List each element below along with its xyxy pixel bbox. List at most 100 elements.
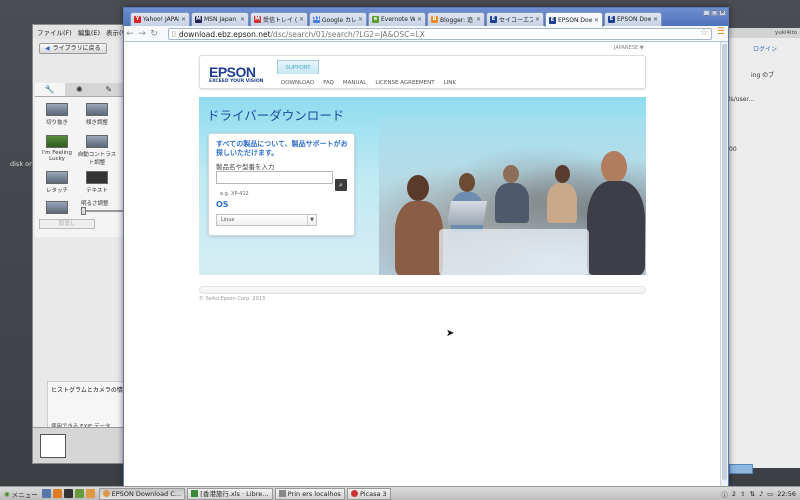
search-button[interactable]: ⌕ (335, 179, 347, 191)
tab-gmail[interactable]: M受信トレイ (2)✕ (250, 12, 308, 26)
task-printers[interactable]: Prin ers localhos (274, 487, 345, 500)
gmail-favicon-icon: M (254, 16, 261, 23)
close-icon[interactable]: ✕ (181, 16, 186, 23)
nav-download[interactable]: DOWNLOAD (281, 80, 314, 86)
mint-logo-icon: ◉ (4, 489, 10, 498)
bg-blue-button[interactable] (729, 464, 753, 474)
os-select[interactable]: Linux ▼ (216, 214, 317, 226)
bg-login-link[interactable]: ログイン (753, 44, 777, 53)
tab-yahoo[interactable]: Y Yahoo! JAPAN ✕ (130, 12, 190, 26)
tab-seiko-epson[interactable]: E セイコーエプ ✕ (486, 12, 544, 26)
os-label: OS (216, 200, 229, 209)
tab-evernote[interactable]: e Evernote W ✕ (368, 12, 426, 26)
photo-table (439, 229, 589, 275)
nav-license-agreement[interactable]: LICENSE AGREEMENT (375, 80, 434, 86)
evernote-favicon-icon: e (372, 16, 379, 23)
tab-epson-download-2[interactable]: E EPSON Dow ✕ (604, 12, 662, 26)
task-epson-download[interactable]: EPSON Download C… (98, 487, 186, 500)
brush-icon[interactable]: ✎ (94, 83, 124, 96)
hero-people-photo (379, 117, 646, 275)
close-icon[interactable]: ✕ (653, 16, 658, 23)
language-selector[interactable]: JAPANESE ▼ (614, 45, 644, 51)
feeling-lucky-effect[interactable]: I'm Feeling Lucky (37, 135, 77, 162)
product-search-input[interactable] (216, 171, 333, 184)
brightness-slider-knob[interactable] (81, 207, 86, 215)
close-icon[interactable]: ✕ (535, 16, 540, 23)
start-menu-button[interactable]: ◉ メニュー (0, 489, 42, 499)
close-icon[interactable]: ✕ (417, 16, 422, 23)
menu-edit[interactable]: 編集(E) (78, 27, 100, 37)
retouch-effect[interactable]: レタッチ (37, 171, 77, 194)
close-icon[interactable]: ✕ (594, 17, 599, 24)
lucky-thumb (46, 135, 68, 148)
bookmark-star-icon[interactable]: ☆ (700, 28, 708, 38)
info-icon[interactable]: ⓘ (721, 489, 728, 499)
forward-icon[interactable]: → (136, 29, 148, 39)
bg-text-1: ing のブ (751, 72, 775, 79)
desktop-icon-label[interactable]: disk on (10, 160, 33, 168)
vertical-scrollbar[interactable] (720, 42, 728, 486)
menu-file[interactable]: ファイル(F) (37, 27, 72, 37)
clock[interactable]: 22:56 (777, 490, 796, 498)
photo-person-4 (555, 165, 570, 183)
network-icon[interactable]: ⇅ (750, 490, 755, 498)
chrome-icon[interactable] (85, 489, 95, 498)
tab-msn[interactable]: M MSN Japan ✕ (191, 12, 249, 26)
epson-logo[interactable]: EPSON (209, 64, 256, 80)
close-icon[interactable]: ✕ (476, 16, 481, 23)
settings-menu-icon[interactable]: ☰ (717, 27, 725, 37)
crop-effect[interactable]: 切り抜き (37, 103, 77, 126)
notification-count[interactable]: 2 (732, 490, 736, 498)
contrast-thumb (86, 135, 108, 148)
nav-link[interactable]: LINK (444, 80, 456, 86)
volume-icon[interactable]: ♪ (759, 490, 763, 498)
support-tab[interactable]: SUPPORT (277, 60, 319, 74)
nav-faq[interactable]: FAQ (323, 80, 334, 86)
close-icon[interactable]: ✕ (240, 16, 245, 23)
close-icon[interactable]: ✕ (299, 16, 304, 23)
reload-icon[interactable]: ↻ (148, 29, 160, 39)
minimize-icon[interactable]: _ (703, 10, 710, 16)
search-icon: ⌕ (339, 181, 343, 189)
wrench-icon[interactable]: 🔧 (35, 83, 65, 96)
firefox-icon[interactable] (52, 489, 62, 498)
back-icon[interactable]: ← (124, 29, 136, 39)
text-effect[interactable]: テキスト (77, 171, 117, 194)
address-bar[interactable]: ▯ download.ebz.epson.net/dsc/search/01/s… (168, 28, 712, 40)
window-controls: _ □ ✕ (703, 10, 726, 16)
photo-tray-thumbnail[interactable] (40, 434, 66, 458)
sun-icon[interactable]: ✺ (65, 83, 95, 96)
footer-bar (199, 286, 646, 294)
tab-blogger[interactable]: B Blogger: 追 ✕ (427, 12, 485, 26)
scrollbar-thumb[interactable] (722, 44, 727, 480)
background-window-right: yuki4ito ログイン ing のブ ls/user... 00 (726, 28, 800, 474)
taskbar: ◉ メニュー EPSON Download C… [香港旅行.xls · Lib… (0, 486, 800, 500)
tab-google-calendar[interactable]: 31 Google カレ ✕ (309, 12, 367, 26)
tab-epson-download-active[interactable]: E EPSON Dow ✕ (545, 12, 603, 27)
nav-manual[interactable]: MANUAL (343, 80, 366, 86)
folder-icon[interactable] (74, 489, 84, 498)
update-icon[interactable]: ⇧ (740, 490, 745, 498)
chrome-task-icon (102, 490, 110, 497)
photo-body-4 (547, 183, 577, 223)
site-nav: DOWNLOAD FAQ MANUAL LICENSE AGREEMENT LI… (281, 80, 456, 86)
undo-button[interactable]: 取消し (39, 219, 95, 229)
close-icon[interactable]: ✕ (358, 16, 363, 23)
photo-body-5 (587, 181, 645, 275)
photo-body-1 (395, 201, 443, 275)
maximize-icon[interactable]: □ (711, 10, 718, 16)
terminal-icon[interactable] (63, 489, 73, 498)
straighten-effect[interactable]: 傾き調整 (77, 103, 117, 126)
back-arrow-icon: ◀ (45, 45, 50, 52)
photo-laptop (446, 201, 488, 225)
battery-icon[interactable]: ▭ (767, 490, 773, 498)
close-window-icon[interactable]: ✕ (719, 10, 726, 16)
desktop-icon[interactable] (41, 489, 51, 498)
task-picasa[interactable]: Picasa 3 (346, 487, 391, 500)
back-to-library-button[interactable]: ◀ ライブラリに戻る (39, 43, 107, 54)
bg-text-2: ls/user... (729, 96, 755, 103)
epson-tagline: EXCEED YOUR VISION (209, 79, 264, 84)
system-tray: ⓘ 2 ⇧ ⇅ ♪ ▭ 22:56 (721, 489, 800, 499)
auto-contrast-effect[interactable]: 自動コントラスト調整 (77, 135, 117, 166)
task-spreadsheet[interactable]: [香港旅行.xls · Libre… (187, 487, 273, 500)
